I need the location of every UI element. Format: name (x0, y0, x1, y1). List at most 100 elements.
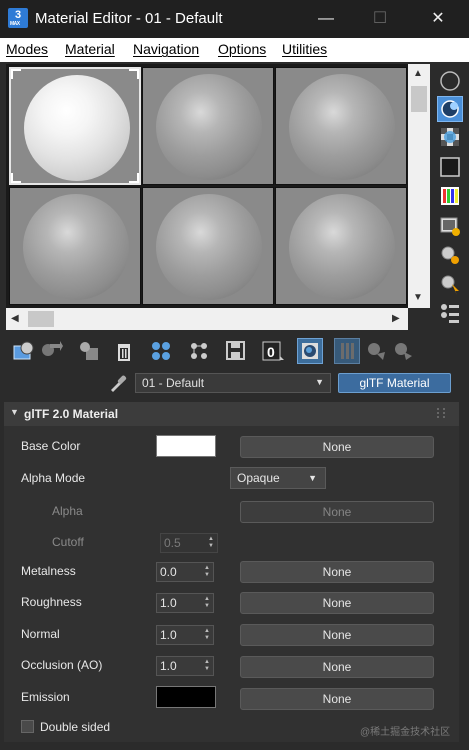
material-map-navigator-icon[interactable] (437, 300, 463, 326)
watermark: @稀土掘金技术社区 (360, 727, 451, 738)
app-icon-label: 3 (14, 9, 22, 21)
scroll-thumb[interactable] (28, 311, 54, 327)
normal-label: Normal (21, 627, 60, 641)
background-checker-icon[interactable] (437, 124, 463, 150)
menu-navigation[interactable]: Navigation (133, 41, 199, 57)
material-name-dropdown[interactable]: 01 - Default ▼ (135, 373, 331, 393)
material-preview-sphere (156, 74, 262, 180)
sample-slots (6, 64, 408, 308)
sample-slot-3[interactable] (275, 67, 407, 185)
metalness-label: Metalness (21, 564, 76, 578)
eyedropper-icon[interactable] (108, 373, 128, 393)
show-end-result-icon[interactable] (334, 338, 360, 364)
minimize-button[interactable]: — (303, 0, 349, 38)
double-sided-label: Double sided (40, 720, 111, 734)
spinner-arrows-icon[interactable]: ▲ ▼ (204, 659, 210, 673)
normal-spinner[interactable]: 1.0 ▲ ▼ (156, 625, 214, 645)
app-icon[interactable]: 3 MAX (8, 8, 28, 28)
material-preview-sphere (24, 75, 130, 181)
metalness-spinner[interactable]: 0.0 ▲ ▼ (156, 562, 214, 582)
reset-map-icon[interactable] (111, 338, 137, 364)
app-icon-sublabel: MAX (10, 21, 20, 27)
emission-swatch[interactable] (156, 686, 216, 708)
chevron-down-icon: ▼ (308, 473, 317, 483)
menu-utilities[interactable]: Utilities (282, 41, 327, 57)
collapse-caret-icon[interactable]: ▼ (10, 407, 19, 417)
scroll-thumb[interactable] (411, 86, 427, 112)
occlusion-map-button[interactable]: None (240, 656, 434, 678)
maximize-icon: ☐ (372, 10, 388, 27)
svg-text:0: 0 (267, 344, 275, 360)
occlusion-value: 1.0 (160, 659, 177, 673)
material-name: 01 - Default (142, 376, 205, 390)
vertical-scrollbar[interactable]: ▲ ▼ (408, 64, 430, 308)
sample-slot-6[interactable] (275, 187, 407, 305)
sample-slot-1[interactable] (9, 67, 141, 185)
horizontal-scrollbar[interactable]: ◀ ▶ (6, 308, 408, 330)
chevron-down-icon: ▼ (315, 377, 324, 387)
base-color-swatch[interactable] (156, 435, 216, 457)
video-color-check-icon[interactable] (437, 183, 463, 209)
go-to-parent-icon[interactable] (363, 338, 389, 364)
get-material-icon[interactable] (11, 338, 37, 364)
make-unique-icon[interactable] (148, 338, 174, 364)
scroll-down-icon[interactable]: ▼ (413, 292, 423, 303)
base-color-map-button[interactable]: None (240, 436, 434, 458)
sample-slot-2[interactable] (142, 67, 274, 185)
spinner-arrows-icon[interactable]: ▲ ▼ (204, 628, 210, 642)
base-color-label: Base Color (21, 439, 81, 453)
occlusion-spinner[interactable]: 1.0 ▲ ▼ (156, 656, 214, 676)
emission-label: Emission (21, 690, 70, 704)
scroll-up-icon[interactable]: ▲ (413, 68, 423, 79)
save-material-icon[interactable] (223, 338, 249, 364)
metalness-value: 0.0 (160, 565, 177, 579)
alpha-map-button: None (240, 501, 434, 523)
menu-material[interactable]: Material (65, 41, 115, 57)
material-preview-sphere (289, 194, 395, 300)
cutoff-spinner: 0.5 ▲ ▼ (160, 533, 218, 553)
go-forward-to-sibling-icon[interactable] (390, 338, 416, 364)
active-corner (129, 69, 139, 79)
sample-uv-tiling-icon[interactable] (437, 154, 463, 180)
roughness-label: Roughness (21, 595, 82, 609)
metalness-map-button[interactable]: None (240, 561, 434, 583)
maximize-button[interactable]: ☐ (357, 0, 403, 38)
alpha-mode-value: Opaque (237, 471, 280, 485)
spinner-arrows-icon[interactable]: ▲ ▼ (204, 565, 210, 579)
material-preview-sphere (289, 74, 395, 180)
sample-slot-5[interactable] (142, 187, 274, 305)
put-to-library-icon[interactable] (186, 338, 212, 364)
make-preview-icon[interactable] (437, 213, 463, 239)
menu-options[interactable]: Options (218, 41, 266, 57)
close-button[interactable]: ✕ (415, 0, 461, 38)
active-corner (11, 69, 21, 79)
material-preview-sphere (23, 194, 129, 300)
scroll-right-icon[interactable]: ▶ (392, 313, 400, 324)
roughness-map-button[interactable]: None (240, 592, 434, 614)
alpha-mode-select[interactable]: Opaque ▼ (230, 467, 326, 489)
material-type-button[interactable]: glTF Material (338, 373, 451, 393)
emission-map-button[interactable]: None (240, 688, 434, 710)
backlight-icon[interactable] (437, 96, 463, 122)
minimize-icon: — (318, 10, 334, 27)
sample-type-sphere-icon[interactable] (437, 68, 463, 94)
rollout-title: glTF 2.0 Material (24, 407, 119, 421)
grip-icon[interactable] (437, 408, 445, 418)
assign-to-selection-icon[interactable] (76, 338, 102, 364)
alpha-label: Alpha (52, 504, 83, 518)
spinner-arrows-icon[interactable]: ▲ ▼ (204, 596, 210, 610)
material-preview-sphere (156, 194, 262, 300)
roughness-spinner[interactable]: 1.0 ▲ ▼ (156, 593, 214, 613)
menu-modes[interactable]: Modes (6, 41, 48, 57)
double-sided-checkbox[interactable] (21, 720, 34, 733)
options-icon[interactable] (437, 242, 463, 268)
menu-bar: Modes Material Navigation Options Utilit… (0, 38, 469, 62)
active-corner (129, 173, 139, 183)
put-to-scene-icon[interactable] (38, 338, 64, 364)
material-id-channel-icon[interactable]: 0 (260, 338, 286, 364)
scroll-left-icon[interactable]: ◀ (11, 313, 19, 324)
show-shaded-in-viewport-icon[interactable] (297, 338, 323, 364)
normal-map-button[interactable]: None (240, 624, 434, 646)
sample-slot-4[interactable] (9, 187, 141, 305)
select-by-material-icon[interactable] (437, 271, 463, 297)
